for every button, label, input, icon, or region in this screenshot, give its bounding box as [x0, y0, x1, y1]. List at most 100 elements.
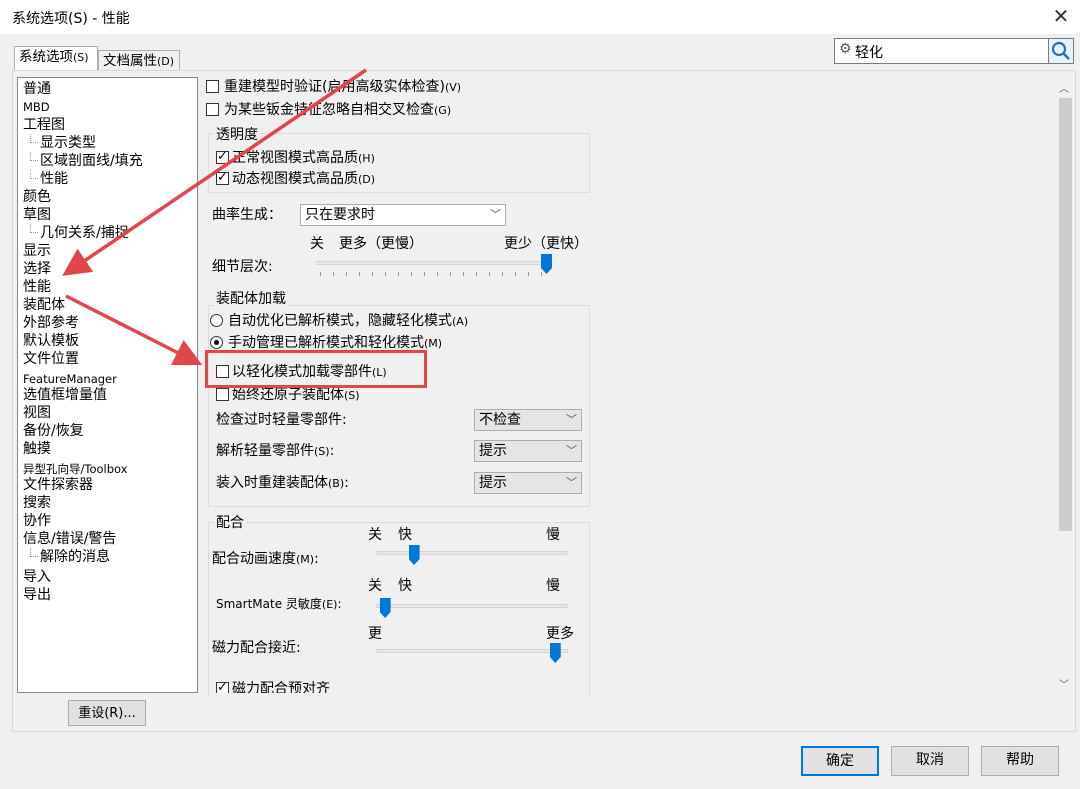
option-text: 配合动画速度: [212, 551, 296, 567]
rebuild-on-load-dropdown[interactable]: 提示 ﹀: [474, 472, 582, 494]
option-shortcut: (S): [344, 389, 360, 402]
tree-item-performance[interactable]: 性能: [23, 278, 51, 296]
gear-icon[interactable]: ⚙: [839, 41, 852, 57]
normal-view-label: 正常视图模式高品质(H): [232, 149, 375, 168]
tree-item-search[interactable]: 搜索: [23, 494, 51, 512]
tree-item-touch[interactable]: 触摸: [23, 440, 51, 458]
tree-connector: [30, 170, 38, 179]
mate-speed-slow-label: 慢: [546, 527, 560, 543]
tree-item-drawings[interactable]: 工程图: [23, 116, 65, 134]
tree-item-external-references[interactable]: 外部参考: [23, 314, 79, 332]
verify-rebuild-checkbox[interactable]: [206, 80, 219, 93]
detail-slider-thumb[interactable]: [541, 254, 552, 274]
option-suffix: :: [314, 551, 319, 567]
tree-item-spin-box-increments[interactable]: 选值框增量值: [23, 386, 107, 404]
dialog-footer: 确定 取消 帮助: [0, 732, 1080, 789]
tree-item-import[interactable]: 导入: [23, 568, 51, 586]
option-text: 解析轻量零部件: [216, 443, 314, 459]
tab-shortcut: (D): [157, 55, 175, 68]
resolve-lightweight-dropdown[interactable]: 提示 ﹀: [474, 440, 582, 462]
option-shortcut: (H): [358, 152, 375, 165]
option-shortcut: (D): [358, 173, 376, 186]
dynamic-view-high-quality-checkbox[interactable]: [216, 170, 229, 185]
tree-connector: [30, 224, 38, 233]
tab-label: 文档属性: [103, 53, 157, 69]
tree-item-backup-recover[interactable]: 备份/恢复: [23, 422, 84, 440]
tree-connector: [30, 548, 38, 557]
normal-view-high-quality-checkbox[interactable]: [216, 149, 229, 164]
detail-label: 细节层次:: [212, 259, 273, 275]
mates-title: 配合: [214, 514, 246, 532]
tree-item-mbd[interactable]: MBD: [23, 98, 50, 116]
smartmate-slider-track[interactable]: [376, 604, 568, 608]
search-box[interactable]: ⚙ 轻化: [834, 38, 1074, 64]
ok-button[interactable]: 确定: [801, 746, 879, 776]
option-text: 重建模型时验证(启用高级实体检查): [224, 79, 445, 95]
manual-manage-radio[interactable]: [210, 336, 223, 349]
mate-speed-slider-track[interactable]: [376, 551, 568, 555]
tree-item-view[interactable]: 视图: [23, 404, 51, 422]
auto-optimize-label: 自动优化已解析模式，隐藏轻化模式(A): [228, 312, 468, 331]
option-shortcut: (M): [424, 337, 443, 350]
reset-button[interactable]: 重设(R)...: [68, 700, 146, 726]
detail-left-label: 关: [310, 236, 324, 252]
tree-item-collaboration[interactable]: 协作: [23, 512, 51, 530]
search-input[interactable]: 轻化: [855, 42, 883, 62]
dropdown-value: 不检查: [479, 412, 521, 428]
help-button[interactable]: 帮助: [981, 746, 1059, 776]
tree-item-export[interactable]: 导出: [23, 586, 51, 604]
clipped-row: 磁力配合预对齐: [200, 675, 600, 693]
window-title: 系统选项(S) - 性能: [12, 11, 130, 27]
close-icon[interactable]: ✕: [1046, 2, 1076, 30]
search-icon[interactable]: [1048, 39, 1073, 63]
scroll-down-icon[interactable]: ﹀: [1059, 676, 1069, 691]
option-shortcut: (A): [452, 315, 469, 328]
tree-item-file-explorer[interactable]: 文件探索器: [23, 476, 93, 494]
tree-item-sketch[interactable]: 草图: [23, 206, 51, 224]
smartmate-off-label: 关: [368, 578, 382, 594]
option-text: 自动优化已解析模式，隐藏轻化模式: [228, 313, 452, 329]
tree-item-area-hatch[interactable]: 区域剖面线/填充: [40, 152, 143, 170]
tree-item-relations-snaps[interactable]: 几何关系/捕捉: [40, 224, 129, 242]
option-suffix: :: [337, 597, 342, 611]
tree-item-selection[interactable]: 选择: [23, 260, 51, 278]
tree-item-colors[interactable]: 颜色: [23, 188, 51, 206]
detail-slider-ticks: [320, 272, 552, 276]
tree-connector: [30, 134, 38, 143]
tree-item-general[interactable]: 普通: [23, 80, 51, 98]
curvature-dropdown[interactable]: 只在要求时 ﹀: [300, 204, 506, 226]
tree-item-display[interactable]: 显示: [23, 242, 51, 260]
tab-system-options[interactable]: 系统选项(S): [14, 46, 98, 70]
scrollbar-thumb[interactable]: [1059, 98, 1072, 531]
rebuild-on-load-label: 装入时重建装配体(B):: [216, 474, 349, 493]
tree-item-file-locations[interactable]: 文件位置: [23, 350, 79, 368]
curvature-label: 曲率生成：: [212, 207, 282, 223]
option-suffix: :: [344, 475, 349, 491]
tree-item-display-style[interactable]: 显示类型: [40, 134, 96, 152]
tree-connector: [30, 152, 38, 161]
option-shortcut: (B): [328, 477, 345, 490]
tree-item-drawing-performance[interactable]: 性能: [40, 170, 68, 188]
check-outdated-dropdown[interactable]: 不检查 ﹀: [474, 409, 582, 431]
chevron-down-icon: ﹀: [490, 208, 501, 221]
tree-item-messages-errors-warnings[interactable]: 信息/错误/警告: [23, 530, 116, 548]
verify-rebuild-label: 重建模型时验证(启用高级实体检查)(V): [224, 78, 461, 97]
scroll-up-icon[interactable]: ︿: [1059, 80, 1069, 95]
cancel-button[interactable]: 取消: [891, 746, 969, 776]
tree-item-default-templates[interactable]: 默认模板: [23, 332, 79, 350]
options-tree[interactable]: 普通 MBD 工程图 显示类型 区域剖面线/填充 性能 颜色 草图 几何关系/捕…: [17, 77, 198, 693]
auto-optimize-radio[interactable]: [210, 314, 223, 327]
detail-slider-track[interactable]: [316, 261, 552, 265]
dropdown-value: 只在要求时: [305, 207, 375, 223]
tree-item-dismissed-messages[interactable]: 解除的消息: [40, 548, 110, 566]
ignore-self-intersection-checkbox[interactable]: [206, 103, 219, 116]
always-resolve-subassemblies-checkbox[interactable]: [216, 388, 229, 401]
magnetic-prealign-label: 磁力配合预对齐: [232, 681, 330, 693]
magnetic-slider-track[interactable]: [376, 649, 568, 653]
tab-document-properties[interactable]: 文档属性(D): [98, 50, 180, 70]
tree-item-assemblies[interactable]: 装配体: [23, 296, 65, 314]
magnetic-more-label: 更多: [546, 626, 574, 642]
option-text: SmartMate 灵敏度: [216, 597, 322, 611]
magnetic-prealign-checkbox[interactable]: [216, 680, 229, 693]
option-text: 正常视图模式高品质: [232, 150, 358, 166]
